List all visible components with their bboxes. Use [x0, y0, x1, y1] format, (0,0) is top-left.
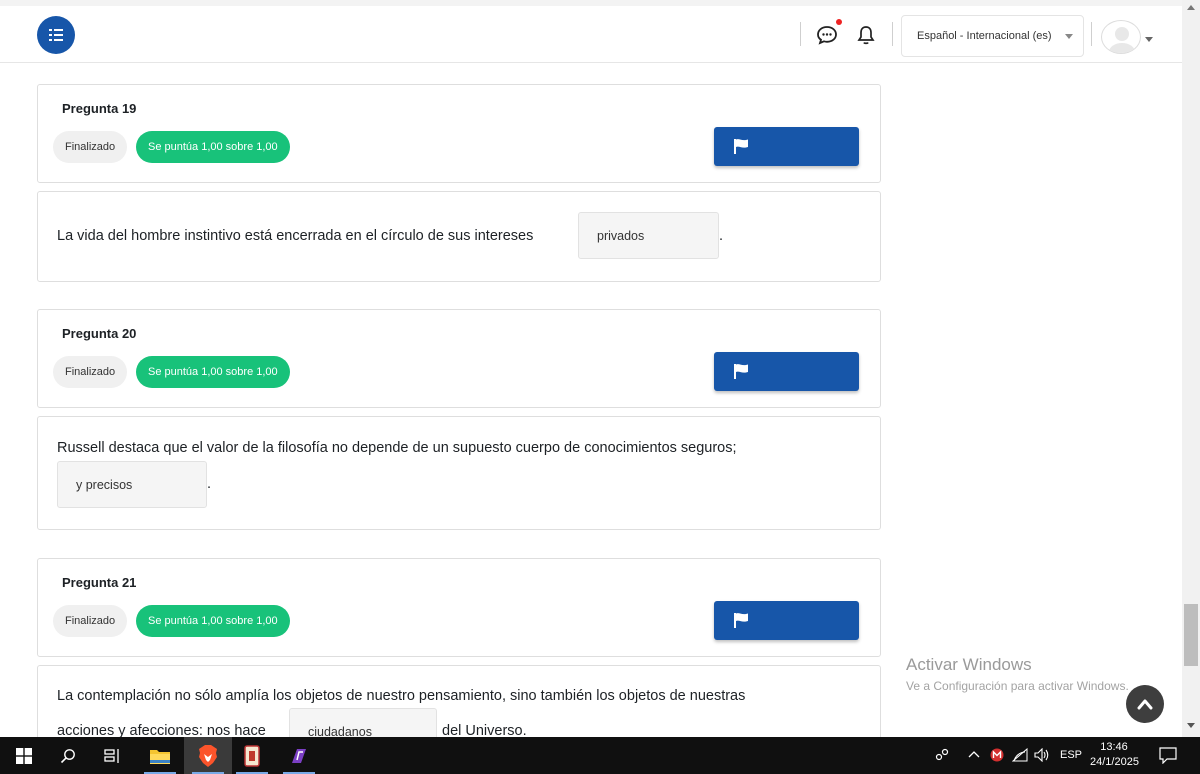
- question-text-end: .: [207, 476, 212, 492]
- taskbar-app-brave[interactable]: [184, 737, 232, 774]
- question-title: Pregunta 20: [62, 326, 137, 341]
- task-view-button[interactable]: [89, 737, 137, 774]
- state-badge: Finalizado: [53, 605, 128, 637]
- taskbar-app-purple[interactable]: [275, 737, 323, 774]
- top-navbar: Español - Internacional (es): [0, 0, 1182, 63]
- scroll-thumb[interactable]: [1184, 604, 1198, 666]
- activation-watermark-title: Activar Windows: [906, 655, 1032, 674]
- flag-icon: [734, 613, 748, 628]
- people-icon[interactable]: [934, 748, 952, 764]
- grade-badge: Se puntúa 1,00 sobre 1,00: [136, 131, 290, 163]
- question-text: La contemplación no sólo amplía los obje…: [57, 688, 746, 704]
- flag-icon: [734, 364, 748, 379]
- state-badge: Finalizado: [53, 356, 128, 388]
- windows-start-icon: [16, 747, 32, 764]
- flag-question-button[interactable]: [714, 352, 859, 391]
- question-21-info: Pregunta 21 Finalizado Se puntúa 1,00 so…: [37, 558, 881, 657]
- start-button[interactable]: [0, 737, 48, 774]
- flag-icon: [734, 139, 748, 154]
- chevron-down-icon: [1065, 34, 1073, 39]
- answer-field: y precisos: [57, 461, 207, 508]
- antivirus-tray-icon[interactable]: [990, 748, 1004, 762]
- input-language-indicator[interactable]: ESP: [1060, 749, 1082, 761]
- activation-watermark-subtitle: Ve a Configuración para activar Windows.: [906, 679, 1129, 693]
- app-root: Español - Internacional (es) Pregunta 19…: [0, 0, 1200, 774]
- question-title: Pregunta 21: [62, 575, 137, 590]
- chevron-down-icon[interactable]: [1145, 37, 1153, 42]
- chevron-up-icon[interactable]: [968, 750, 980, 758]
- nav-separator: [1091, 22, 1092, 46]
- search-button[interactable]: [44, 737, 92, 774]
- drawer-toggle-button[interactable]: [37, 16, 75, 54]
- state-badge: Finalizado: [53, 131, 128, 163]
- question-20-info: Pregunta 20 Finalizado Se puntúa 1,00 so…: [37, 309, 881, 408]
- page-scrollbar[interactable]: [1182, 0, 1200, 738]
- language-selector[interactable]: Español - Internacional (es): [901, 15, 1084, 57]
- task-view-icon: [104, 748, 119, 763]
- back-to-top-button[interactable]: [1126, 685, 1164, 723]
- question-title: Pregunta 19: [62, 101, 137, 116]
- question-text-end: .: [719, 228, 724, 244]
- question-19-info: Pregunta 19 Finalizado Se puntúa 1,00 so…: [37, 84, 881, 183]
- question-20-content: Russell destaca que el valor de la filos…: [37, 416, 881, 530]
- answer-field: privados: [578, 212, 719, 259]
- action-center-icon[interactable]: [1159, 747, 1177, 764]
- grade-badge: Se puntúa 1,00 sobre 1,00: [136, 605, 290, 637]
- question-19-content: La vida del hombre instintivo está encer…: [37, 191, 881, 282]
- question-text: La vida del hombre instintivo está encer…: [57, 228, 534, 244]
- nav-separator: [800, 22, 801, 46]
- bell-icon[interactable]: [856, 24, 876, 46]
- app-icon-purple: [292, 748, 306, 763]
- flag-question-button[interactable]: [714, 127, 859, 166]
- search-icon: [60, 748, 75, 763]
- nav-separator: [892, 22, 893, 46]
- scroll-up-arrow-icon[interactable]: [1187, 5, 1195, 10]
- brave-browser-icon: [199, 744, 217, 767]
- arrow-up-icon: [1137, 699, 1153, 710]
- windows-taskbar: ESP 13:46 24/1/2025: [0, 737, 1200, 774]
- drawer-toggle-icon: [49, 29, 63, 41]
- question-text: Russell destaca que el valor de la filos…: [57, 440, 737, 456]
- grade-badge: Se puntúa 1,00 sobre 1,00: [136, 356, 290, 388]
- language-label: Español - Internacional (es): [917, 30, 1052, 42]
- chat-bubble-icon[interactable]: [816, 24, 838, 46]
- app-icon-cards: [244, 744, 260, 767]
- wifi-icon[interactable]: [1012, 748, 1028, 762]
- taskbar-app-cards[interactable]: [228, 737, 276, 774]
- user-menu-avatar[interactable]: [1101, 20, 1141, 54]
- file-explorer-icon: [150, 749, 170, 764]
- taskbar-app-file-explorer[interactable]: [136, 737, 184, 774]
- scroll-down-arrow-icon[interactable]: [1187, 723, 1195, 728]
- system-clock[interactable]: 13:46 24/1/2025: [1090, 740, 1139, 770]
- unread-indicator: [836, 19, 842, 25]
- user-avatar-icon: [1109, 27, 1135, 53]
- clock-date: 24/1/2025: [1090, 756, 1139, 768]
- clock-time: 13:46: [1100, 741, 1128, 753]
- volume-icon[interactable]: [1034, 748, 1050, 762]
- flag-question-button[interactable]: [714, 601, 859, 640]
